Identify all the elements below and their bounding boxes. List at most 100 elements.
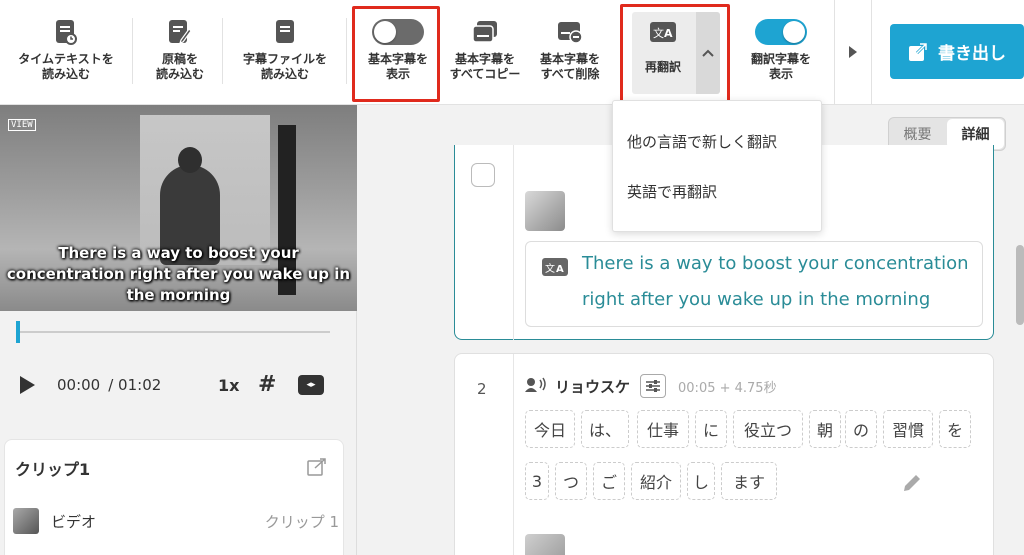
toggle-wrap bbox=[372, 18, 424, 46]
word-chip[interactable]: 仕事 bbox=[637, 410, 689, 448]
retranslate-button[interactable]: 文A 再翻訳 bbox=[632, 12, 694, 94]
translate-icon: 文A bbox=[542, 258, 568, 280]
show-base-subtitle-toggle[interactable]: 基本字幕を 表示 bbox=[356, 0, 440, 104]
menu-item-retranslate-english[interactable]: 英語で再翻訳 bbox=[627, 181, 717, 202]
import-script-label: 原稿を 読み込む bbox=[155, 52, 204, 81]
clip-row[interactable]: ビデオ クリップ 1 bbox=[13, 506, 339, 536]
subtitle-entry-2: 2 リョウスケ 00:05 + 4.75秒 今日 は、 仕事 に 役立つ 朝 の… bbox=[454, 353, 994, 555]
grid-icon[interactable]: # bbox=[258, 373, 276, 397]
scrollbar-thumb[interactable] bbox=[1016, 245, 1024, 325]
entry-thumbnail bbox=[525, 534, 565, 555]
video-preview[interactable]: VIEW There is a way to boost your concen… bbox=[0, 105, 357, 311]
show-translated-toggle[interactable]: 翻訳字幕を 表示 bbox=[738, 0, 824, 104]
word-chip[interactable]: ご bbox=[593, 462, 625, 500]
retranslate-split-button: 文A 再翻訳 bbox=[632, 12, 720, 94]
word-chip[interactable]: 習慣 bbox=[883, 410, 933, 448]
copy-icon bbox=[472, 18, 498, 46]
toolbar-separator bbox=[222, 18, 223, 84]
speed-button[interactable]: 1x bbox=[218, 376, 239, 395]
file-clock-icon bbox=[53, 18, 79, 46]
entry-thumbnail bbox=[525, 191, 565, 231]
show-base-subtitle-switch[interactable] bbox=[372, 19, 424, 45]
toolbar: タイムテキストを 読み込む 原稿を 読み込む 字幕ファイルを 読み込む 基本字幕… bbox=[0, 0, 1024, 106]
copy-all-base-label: 基本字幕を すべてコピー bbox=[449, 52, 521, 81]
import-script-button[interactable]: 原稿を 読み込む bbox=[138, 0, 222, 104]
word-chip[interactable]: し bbox=[687, 462, 715, 500]
svg-text:A: A bbox=[556, 264, 564, 275]
delete-all-base-label: 基本字幕を すべて削除 bbox=[539, 52, 600, 81]
clip-title: クリップ1 bbox=[15, 460, 91, 479]
svg-text:文: 文 bbox=[545, 262, 555, 275]
toggle-knob bbox=[783, 21, 805, 43]
entry-divider bbox=[513, 145, 514, 340]
entry-checkbox[interactable] bbox=[471, 163, 495, 187]
video-subtitle: There is a way to boost your concentrati… bbox=[6, 244, 351, 304]
timeline-track[interactable] bbox=[16, 321, 330, 343]
word-chip[interactable]: つ bbox=[555, 462, 587, 500]
import-timetext-label: タイムテキストを 読み込む bbox=[18, 52, 114, 81]
entry-header: リョウスケ 00:05 + 4.75秒 bbox=[525, 374, 777, 398]
clip-thumbnail bbox=[13, 508, 39, 534]
word-chip[interactable]: 朝 bbox=[809, 410, 841, 448]
video-person-head bbox=[178, 147, 202, 173]
import-subtitle-file-label: 字幕ファイルを 読み込む bbox=[242, 52, 327, 81]
pencil-icon[interactable] bbox=[901, 472, 923, 498]
toggle-wrap bbox=[755, 18, 807, 46]
word-chip[interactable]: 3 bbox=[525, 462, 549, 500]
adjust-icon[interactable] bbox=[640, 374, 667, 398]
triangle-right-icon bbox=[849, 46, 857, 58]
clip-row-meta: クリップ 1 bbox=[264, 512, 339, 531]
retranslate-menu-toggle[interactable] bbox=[696, 12, 720, 94]
entry-timestamp: 00:05 + 4.75秒 bbox=[678, 380, 777, 396]
toolbar-separator bbox=[346, 18, 347, 84]
copy-all-base-button[interactable]: 基本字幕を すべてコピー bbox=[442, 0, 528, 104]
left-panel: VIEW There is a way to boost your concen… bbox=[0, 105, 357, 555]
toggle-knob bbox=[374, 21, 396, 43]
import-subtitle-file-button[interactable]: 字幕ファイルを 読み込む bbox=[226, 0, 344, 104]
playhead[interactable] bbox=[16, 321, 20, 343]
export-label: 書き出し bbox=[938, 44, 1006, 64]
word-chip[interactable]: 役立つ bbox=[733, 410, 803, 448]
import-timetext-button[interactable]: タイムテキストを 読み込む bbox=[4, 0, 128, 104]
player-controls: 00:00 / 01:02 1x # ◂▸ bbox=[20, 373, 340, 397]
translated-text-box[interactable]: 文A There is a way to boost your concentr… bbox=[525, 241, 983, 327]
retranslate-label: 再翻訳 bbox=[644, 60, 681, 74]
translated-text: There is a way to boost your concentrati… bbox=[582, 253, 969, 310]
word-chip[interactable]: 今日 bbox=[525, 410, 575, 448]
clip-row-name: ビデオ bbox=[51, 512, 97, 531]
duration: / 01:02 bbox=[108, 376, 162, 394]
retranslate-dropdown: 他の言語で新しく翻訳 英語で再翻訳 bbox=[612, 100, 822, 232]
current-time: 00:00 bbox=[57, 376, 101, 394]
menu-item-translate-new-language[interactable]: 他の言語で新しく翻訳 bbox=[627, 131, 777, 152]
show-translated-label: 翻訳字幕を 表示 bbox=[750, 52, 811, 81]
file-edit-icon bbox=[167, 18, 193, 46]
delete-subtitle-icon bbox=[557, 18, 583, 46]
entry-number: 2 bbox=[477, 380, 487, 398]
svg-text:A: A bbox=[664, 27, 673, 40]
word-chip[interactable]: 紹介 bbox=[631, 462, 681, 500]
speaker-voice-icon bbox=[525, 376, 547, 396]
word-chip[interactable]: に bbox=[695, 410, 727, 448]
toolbar-separator bbox=[132, 18, 133, 84]
svg-text:文: 文 bbox=[653, 26, 664, 40]
open-external-icon[interactable] bbox=[307, 458, 327, 480]
external-link-icon bbox=[908, 42, 928, 62]
entry-divider bbox=[513, 354, 514, 555]
export-button[interactable]: 書き出し bbox=[890, 24, 1024, 79]
word-chip[interactable]: を bbox=[939, 410, 971, 448]
show-translated-switch[interactable] bbox=[755, 19, 807, 45]
word-chip[interactable]: の bbox=[845, 410, 877, 448]
clip-card: クリップ1 ビデオ クリップ 1 bbox=[4, 439, 344, 555]
word-chip[interactable]: は、 bbox=[581, 410, 629, 448]
translate-icon: 文A bbox=[650, 22, 676, 46]
file-text-icon bbox=[272, 18, 298, 46]
chevron-up-icon bbox=[702, 49, 714, 57]
word-chip[interactable]: ます bbox=[721, 462, 777, 500]
speaker-name[interactable]: リョウスケ bbox=[555, 376, 630, 397]
play-icon[interactable] bbox=[20, 376, 35, 394]
toolbar-more-button[interactable] bbox=[834, 0, 872, 104]
delete-all-base-button[interactable]: 基本字幕を すべて削除 bbox=[528, 0, 612, 104]
show-base-subtitle-label: 基本字幕を 表示 bbox=[367, 52, 428, 81]
aspect-ratio-icon[interactable]: ◂▸ bbox=[298, 375, 324, 395]
video-watermark: VIEW bbox=[8, 119, 36, 131]
